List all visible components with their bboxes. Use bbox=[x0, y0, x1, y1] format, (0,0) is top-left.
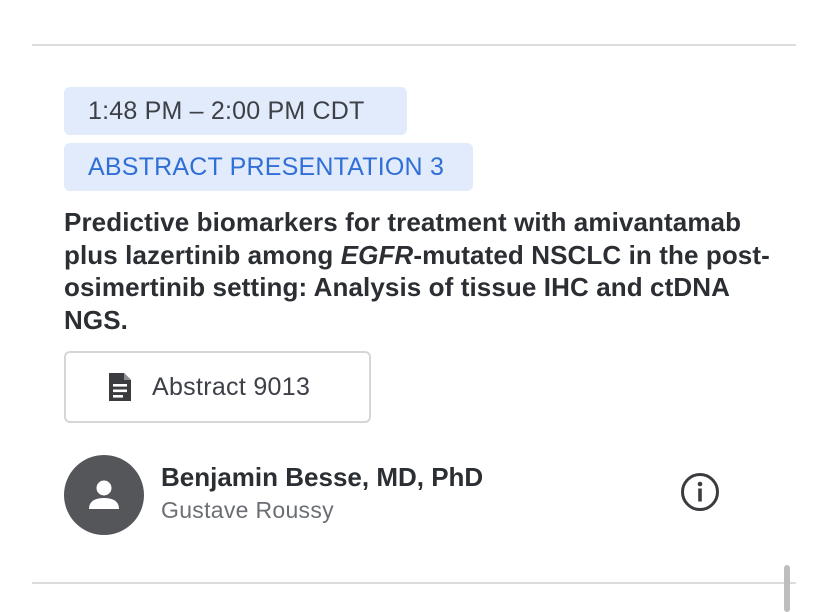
top-divider bbox=[32, 44, 796, 46]
speaker-avatar bbox=[64, 455, 144, 535]
presentation-title: Predictive biomarkers for treatment with… bbox=[64, 206, 784, 336]
speaker-name: Benjamin Besse, MD, PhD bbox=[161, 462, 484, 492]
abstract-button-label: Abstract 9013 bbox=[152, 372, 311, 401]
info-icon[interactable] bbox=[678, 470, 722, 514]
bottom-divider bbox=[32, 582, 796, 584]
session-time-chip: 1:48 PM – 2:00 PM CDT bbox=[64, 87, 407, 135]
session-time: 1:48 PM – 2:00 PM CDT bbox=[88, 96, 365, 125]
person-icon bbox=[89, 480, 119, 509]
scrollbar[interactable] bbox=[784, 565, 790, 612]
session-type: ABSTRACT PRESENTATION 3 bbox=[88, 152, 445, 181]
speaker-affiliation: Gustave Roussy bbox=[161, 497, 334, 523]
title-text-italic: EGFR bbox=[340, 239, 414, 270]
abstract-button[interactable]: Abstract 9013 bbox=[64, 351, 371, 423]
document-icon bbox=[102, 369, 138, 405]
session-type-chip: ABSTRACT PRESENTATION 3 bbox=[64, 143, 473, 191]
